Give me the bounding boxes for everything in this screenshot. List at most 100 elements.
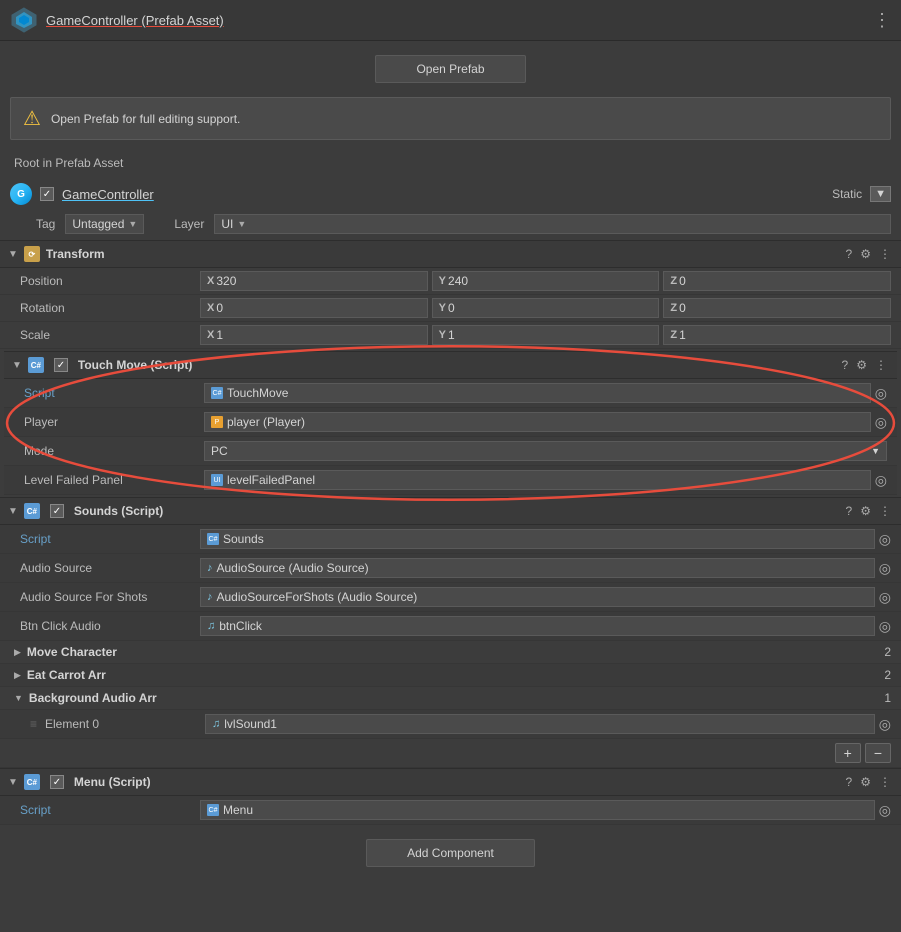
- touch-move-levelfailed-circle-button[interactable]: ◎: [875, 472, 887, 489]
- touch-move-mode-label: Mode: [24, 444, 204, 458]
- touch-move-levelfailed-ref[interactable]: UI levelFailedPanel: [204, 470, 871, 490]
- bg-audio-row[interactable]: ▼ Background Audio Arr 1: [0, 687, 901, 710]
- menu-settings-button[interactable]: ⚙: [858, 775, 873, 789]
- touch-move-player-circle-button[interactable]: ◎: [875, 414, 887, 431]
- sounds-btnclick-value: btnClick: [219, 619, 262, 633]
- header-menu-icon[interactable]: ⋮: [873, 10, 891, 31]
- touch-move-levelfailed-value: levelFailedPanel: [227, 473, 315, 487]
- element0-circle-button[interactable]: ◎: [879, 716, 891, 733]
- menu-script-circle-button[interactable]: ◎: [879, 802, 891, 819]
- scale-row: Scale X 1 Y 1 Z 1: [0, 322, 901, 349]
- sounds-audiosource-shots-ref[interactable]: ♪ AudioSourceForShots (Audio Source): [200, 587, 875, 607]
- sounds-audiosource-shots-circle-button[interactable]: ◎: [879, 589, 891, 606]
- element0-music-icon: ♫: [212, 718, 220, 730]
- transform-menu-button[interactable]: ⋮: [877, 247, 893, 261]
- ry-axis-label: Y: [439, 302, 446, 314]
- rotation-z-value: 0: [679, 301, 686, 315]
- tag-label: Tag: [36, 217, 55, 231]
- eat-carrot-row[interactable]: ▶ Eat Carrot Arr 2: [0, 664, 901, 687]
- sounds-btnclick-ref[interactable]: ♫ btnClick: [200, 616, 875, 636]
- touch-move-mode-row: Mode PC ▼: [4, 437, 897, 466]
- layer-dropdown[interactable]: UI ▼: [214, 214, 891, 234]
- sounds-script-label: Script: [20, 532, 200, 546]
- menu-script-ref[interactable]: C# Menu: [200, 800, 875, 820]
- rotation-y-value: 0: [448, 301, 455, 315]
- arr-remove-button[interactable]: −: [865, 743, 891, 763]
- sz-axis-label: Z: [670, 329, 677, 341]
- touch-move-script-circle-button[interactable]: ◎: [875, 385, 887, 402]
- move-character-row[interactable]: ▶ Move Character 2: [0, 641, 901, 664]
- touch-move-levelfailed-row: Level Failed Panel UI levelFailedPanel ◎: [4, 466, 897, 495]
- position-z-field[interactable]: Z 0: [663, 271, 891, 291]
- sounds-btnclick-circle-button[interactable]: ◎: [879, 618, 891, 635]
- menu-script-value: Menu: [223, 803, 253, 817]
- add-component-button[interactable]: Add Component: [366, 839, 535, 867]
- touch-move-mode-dropdown[interactable]: PC ▼: [204, 441, 887, 461]
- static-dropdown[interactable]: ▼: [870, 186, 891, 202]
- script-ref-icon: C#: [211, 387, 223, 399]
- menu-collapse-arrow[interactable]: ▼: [8, 777, 18, 788]
- prefab-title: GameController (Prefab Asset): [46, 13, 224, 28]
- touch-move-mode-value: PC: [211, 444, 228, 458]
- sounds-audiosource-ref[interactable]: ♪ AudioSource (Audio Source): [200, 558, 875, 578]
- sounds-menu-button[interactable]: ⋮: [877, 504, 893, 518]
- touch-move-checkbox[interactable]: ✓: [54, 358, 68, 372]
- menu-ref-icon: C#: [207, 804, 219, 816]
- sounds-audiosource-shots-value: AudioSourceForShots (Audio Source): [217, 590, 418, 604]
- transform-section-header: ▼ ⟳ Transform ? ⚙ ⋮: [0, 240, 901, 268]
- inspector-header: GameController (Prefab Asset) ⋮: [0, 0, 901, 41]
- sounds-audiosource-circle-button[interactable]: ◎: [879, 560, 891, 577]
- object-icon: G: [10, 183, 32, 205]
- scale-x-field[interactable]: X 1: [200, 325, 428, 345]
- tag-layer-row: Tag Untagged ▼ Layer UI ▼: [0, 210, 901, 240]
- touch-move-help-button[interactable]: ?: [840, 358, 851, 372]
- touch-move-player-value: player (Player): [227, 415, 305, 429]
- position-x-field[interactable]: X 320: [200, 271, 428, 291]
- tag-dropdown[interactable]: Untagged ▼: [65, 214, 144, 234]
- sounds-script-circle-button[interactable]: ◎: [879, 531, 891, 548]
- position-y-field[interactable]: Y 240: [432, 271, 660, 291]
- element0-ref[interactable]: ♫ lvlSound1: [205, 714, 875, 734]
- scale-y-value: 1: [448, 328, 455, 342]
- sounds-section-header: ▼ C# ✓ Sounds (Script) ? ⚙ ⋮: [0, 497, 901, 525]
- sounds-collapse-arrow[interactable]: ▼: [8, 506, 18, 517]
- sounds-help-button[interactable]: ?: [844, 504, 855, 518]
- touch-move-menu-button[interactable]: ⋮: [873, 358, 889, 372]
- touch-move-collapse-arrow[interactable]: ▼: [12, 360, 22, 371]
- touch-move-settings-button[interactable]: ⚙: [854, 358, 869, 372]
- transform-help-button[interactable]: ?: [844, 247, 855, 261]
- rotation-x-value: 0: [216, 301, 223, 315]
- transform-actions: ? ⚙ ⋮: [844, 247, 893, 261]
- menu-menu-button[interactable]: ⋮: [877, 775, 893, 789]
- touch-move-title: Touch Move (Script): [78, 358, 834, 372]
- scale-x-value: 1: [216, 328, 223, 342]
- rx-axis-label: X: [207, 302, 214, 314]
- active-checkbox[interactable]: ✓: [40, 187, 54, 201]
- arr-add-button[interactable]: +: [835, 743, 861, 763]
- rotation-x-field[interactable]: X 0: [200, 298, 428, 318]
- sy-axis-label: Y: [439, 329, 446, 341]
- transform-settings-button[interactable]: ⚙: [858, 247, 873, 261]
- element0-row: ≡ Element 0 ♫ lvlSound1 ◎: [0, 710, 901, 739]
- sounds-checkbox[interactable]: ✓: [50, 504, 64, 518]
- transform-collapse-arrow[interactable]: ▼: [8, 249, 18, 260]
- rotation-y-field[interactable]: Y 0: [432, 298, 660, 318]
- move-character-arrow: ▶: [14, 647, 21, 658]
- btn-click-music-icon: ♫: [207, 620, 215, 632]
- sounds-settings-button[interactable]: ⚙: [858, 504, 873, 518]
- x-axis-label: X: [207, 275, 214, 287]
- rotation-z-field[interactable]: Z 0: [663, 298, 891, 318]
- warning-bar: ⚠ Open Prefab for full editing support.: [10, 97, 891, 140]
- open-prefab-button[interactable]: Open Prefab: [375, 55, 525, 83]
- menu-checkbox[interactable]: ✓: [50, 775, 64, 789]
- touch-move-player-ref[interactable]: P player (Player): [204, 412, 871, 432]
- menu-help-button[interactable]: ?: [844, 775, 855, 789]
- sounds-audiosource-label: Audio Source: [20, 561, 200, 575]
- touch-move-script-ref[interactable]: C# TouchMove: [204, 383, 871, 403]
- scale-z-field[interactable]: Z 1: [663, 325, 891, 345]
- scale-y-field[interactable]: Y 1: [432, 325, 660, 345]
- transform-icon: ⟳: [24, 246, 40, 262]
- rz-axis-label: Z: [670, 302, 677, 314]
- add-component-section: Add Component: [0, 825, 901, 881]
- sounds-script-ref[interactable]: C# Sounds: [200, 529, 875, 549]
